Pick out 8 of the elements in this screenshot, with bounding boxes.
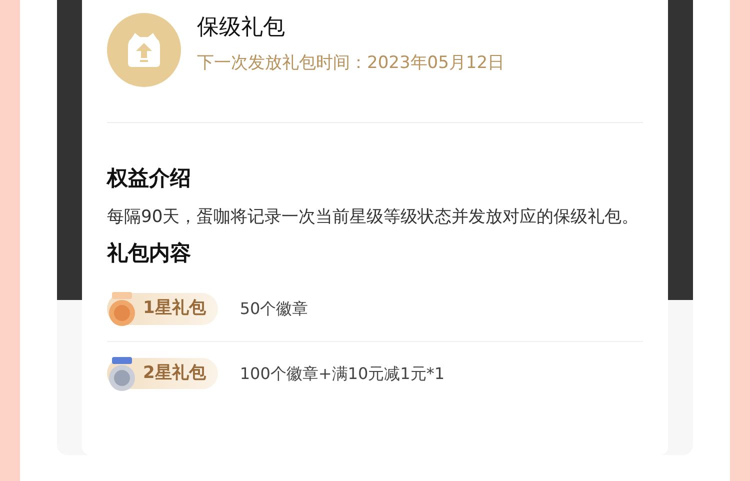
next-release-date: 下一次发放礼包时间：2023年05月12日 [197, 52, 505, 75]
gift-content-text: 100个徽章+满10元减1元*1 [240, 362, 445, 384]
description-text: 每隔90天，蛋咖将记录一次当前星级等级状态并发放对应的保级礼包。 [107, 206, 640, 229]
gift-content-text: 50个徽章 [240, 298, 308, 320]
gift-title: 保级礼包 [197, 14, 286, 42]
backpack-icon [107, 13, 181, 87]
section-heading: 礼包内容 [107, 240, 192, 267]
section-heading: 权益介绍 [107, 165, 192, 192]
